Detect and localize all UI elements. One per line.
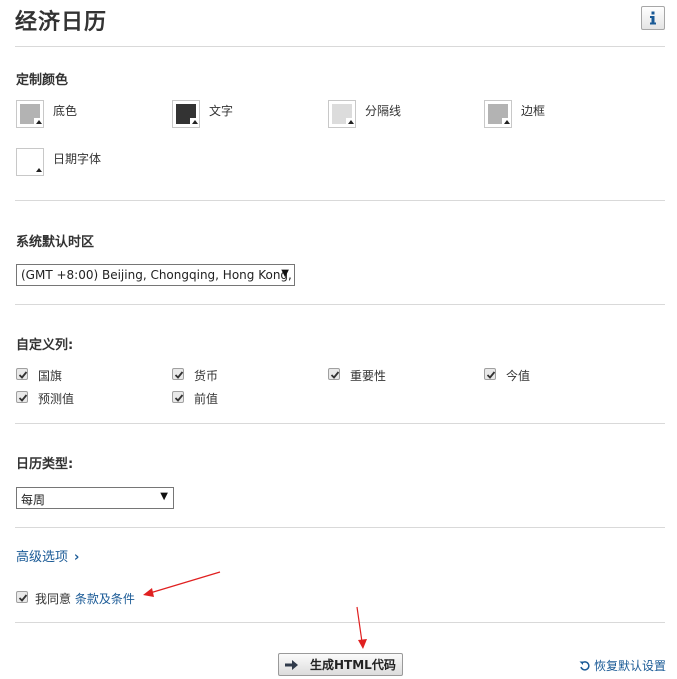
caret-up-icon xyxy=(190,118,199,127)
checkbox[interactable] xyxy=(16,368,28,380)
divider xyxy=(15,200,665,201)
color-picker[interactable] xyxy=(484,100,512,128)
column-checkbox-forecast[interactable]: 预测值 xyxy=(16,390,136,406)
advanced-options-link[interactable]: 高级选项 › xyxy=(16,546,79,565)
calendar-type-value: 每周 xyxy=(21,493,46,507)
checkbox[interactable] xyxy=(172,391,184,403)
checkbox[interactable] xyxy=(328,368,340,380)
info-icon xyxy=(650,11,656,25)
agree-checkbox[interactable] xyxy=(16,591,28,603)
info-button[interactable] xyxy=(641,6,665,30)
caret-up-icon xyxy=(34,166,43,175)
arrow-right-icon xyxy=(284,658,300,672)
checkmark-icon xyxy=(174,371,184,379)
checkbox-label: 国旗 xyxy=(38,369,63,383)
colors-section-title: 定制颜色 xyxy=(16,73,69,88)
timezone-select[interactable]: (GMT +8:00) Beijing, Chongqing, Hong Kon… xyxy=(16,264,295,286)
calendar-type-select[interactable]: 每周 ▼ xyxy=(16,487,174,509)
column-checkbox-flag[interactable]: 国旗 xyxy=(16,367,136,383)
caret-up-icon xyxy=(34,118,43,127)
checkmark-icon xyxy=(18,371,28,379)
reset-defaults-link[interactable]: 恢复默认设置 xyxy=(579,657,666,674)
chevron-right-icon: › xyxy=(74,550,80,565)
checkbox-label: 前值 xyxy=(194,392,219,406)
caret-up-icon xyxy=(502,118,511,127)
column-checkbox-previous[interactable]: 前值 xyxy=(172,390,292,406)
divider xyxy=(15,304,665,305)
checkbox[interactable] xyxy=(484,368,496,380)
timezone-section-title: 系统默认时区 xyxy=(16,235,95,250)
agree-checkbox-wrap[interactable] xyxy=(16,590,30,606)
caret-up-icon xyxy=(346,118,355,127)
generate-html-label: 生成HTML代码 xyxy=(310,658,396,672)
terms-link[interactable]: 条款及条件 xyxy=(75,592,135,606)
checkbox[interactable] xyxy=(16,391,28,403)
timezone-value: (GMT +8:00) Beijing, Chongqing, Hong Kon… xyxy=(21,268,294,282)
advanced-options-label: 高级选项 xyxy=(16,550,69,565)
checkmark-icon xyxy=(18,594,28,602)
swatch-date-font[interactable]: 日期字体 xyxy=(16,148,136,178)
column-checkbox-importance[interactable]: 重要性 xyxy=(328,367,448,383)
checkmark-icon xyxy=(174,394,184,402)
swatch-label: 底色 xyxy=(53,104,78,118)
page: 经济日历 定制颜色 底色 文字 分隔线 边框 日期字体 系统默认时区 (GMT … xyxy=(0,0,677,679)
checkbox[interactable] xyxy=(172,368,184,380)
divider xyxy=(15,423,665,424)
color-picker[interactable] xyxy=(328,100,356,128)
color-picker[interactable] xyxy=(172,100,200,128)
swatch-label: 边框 xyxy=(521,104,546,118)
calendar-type-section-title: 日历类型: xyxy=(16,457,74,472)
dropdown-arrow-icon: ▼ xyxy=(160,491,168,502)
column-checkbox-currency[interactable]: 货币 xyxy=(172,367,292,383)
swatch-text[interactable]: 文字 xyxy=(172,100,292,130)
divider xyxy=(15,622,665,623)
swatch-background[interactable]: 底色 xyxy=(16,100,136,130)
column-checkbox-actual[interactable]: 今值 xyxy=(484,367,604,383)
undo-icon xyxy=(579,660,590,671)
color-picker[interactable] xyxy=(16,100,44,128)
agree-text: 我同意 xyxy=(35,592,72,606)
swatch-label: 日期字体 xyxy=(53,152,102,166)
columns-section-title: 自定义列: xyxy=(16,338,74,353)
checkmark-icon xyxy=(330,371,340,379)
swatch-border[interactable]: 边框 xyxy=(484,100,604,130)
checkbox-label: 今值 xyxy=(506,369,531,383)
color-picker[interactable] xyxy=(16,148,44,176)
agree-label: 我同意 条款及条件 xyxy=(35,590,135,607)
swatch-label: 文字 xyxy=(209,104,234,118)
swatch-divider[interactable]: 分隔线 xyxy=(328,100,448,130)
checkmark-icon xyxy=(486,371,496,379)
checkbox-label: 预测值 xyxy=(38,392,75,406)
generate-html-button[interactable]: 生成HTML代码 xyxy=(278,653,403,676)
checkbox-label: 重要性 xyxy=(350,369,387,383)
divider xyxy=(15,527,665,528)
dropdown-arrow-icon: ▼ xyxy=(281,268,289,279)
page-title: 经济日历 xyxy=(15,10,108,35)
checkmark-icon xyxy=(18,394,28,402)
divider xyxy=(15,46,665,47)
checkbox-label: 货币 xyxy=(194,369,219,383)
reset-defaults-label: 恢复默认设置 xyxy=(594,659,667,673)
swatch-label: 分隔线 xyxy=(365,104,402,118)
